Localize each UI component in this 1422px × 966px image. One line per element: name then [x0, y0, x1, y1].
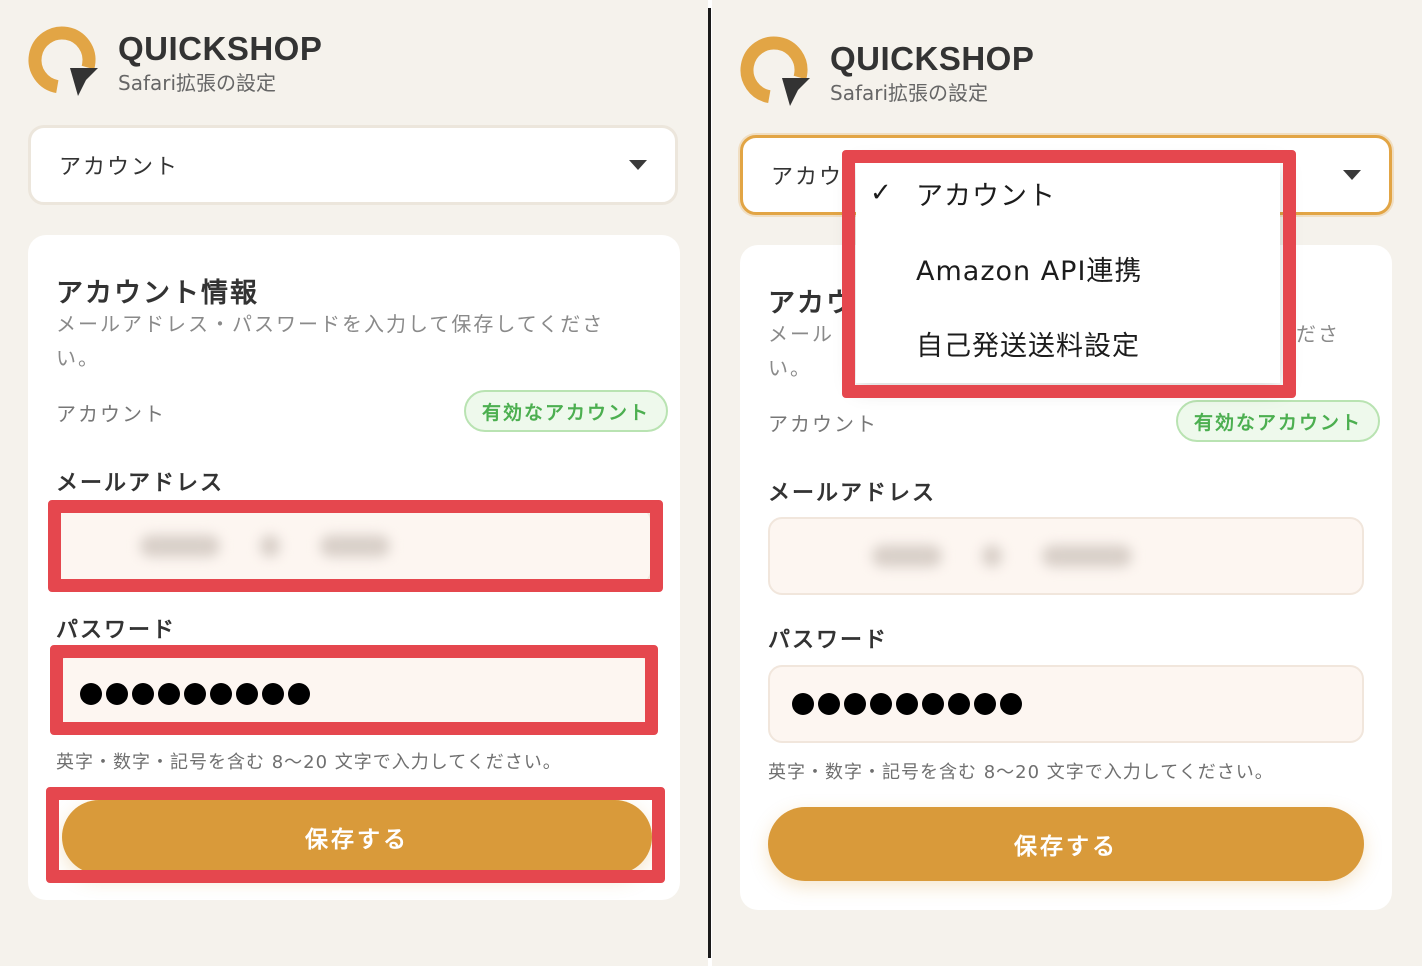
menu-item-label: 自己発送送料設定 [916, 330, 1140, 362]
select-value: アカウント [59, 155, 180, 180]
email-value-blurred [80, 535, 390, 557]
quickshop-logo-icon [738, 34, 814, 110]
panel-divider [708, 8, 711, 958]
menu-item-label: アカウント [916, 180, 1056, 212]
menu-item-account[interactable]: ✓ アカウント [856, 163, 1280, 223]
brand-title: QUICKSHOP [118, 29, 323, 67]
status-badge: 有効なアカウント [464, 390, 669, 432]
brand-subtitle: Safari拡張の設定 [830, 80, 989, 105]
password-field[interactable] [56, 655, 652, 733]
card-title: アカウ [768, 288, 855, 319]
card-description-line1: メールアドレス・パスワードを入力して保存してくださ [56, 312, 605, 336]
account-card: アカウント情報 メールアドレス・パスワードを入力して保存してくださ い。 アカウ… [28, 235, 680, 900]
password-mask [80, 683, 310, 705]
password-field[interactable] [768, 665, 1364, 743]
card-description-line2: い。 [56, 346, 100, 370]
password-hint: 英字・数字・記号を含む 8〜20 文字で入力してください。 [768, 762, 1274, 783]
email-value-blurred [792, 545, 1132, 567]
card-description-end: ださ [1296, 322, 1340, 346]
brand-subtitle: Safari拡張の設定 [118, 70, 277, 95]
checkmark-icon: ✓ [870, 178, 893, 208]
header: QUICKSHOP Safari拡張の設定 [738, 34, 1034, 110]
quickshop-logo-icon [26, 24, 102, 100]
chevron-down-icon [629, 160, 647, 170]
password-label: パスワード [768, 628, 889, 653]
account-label: アカウント [56, 402, 166, 426]
email-label: メールアドレス [56, 471, 225, 496]
account-label: アカウント [768, 412, 878, 436]
card-description: メール い。 [768, 317, 834, 385]
status-badge: 有効なアカウント [1176, 400, 1381, 442]
card-description: メールアドレス・パスワードを入力して保存してくださ い。 [56, 307, 604, 375]
password-mask [792, 693, 1022, 715]
section-dropdown-menu: ✓ アカウント Amazon API連携 自己発送送料設定 [856, 163, 1280, 383]
save-button[interactable]: 保存する [768, 807, 1364, 881]
email-field[interactable] [56, 507, 652, 585]
menu-item-amazon-api[interactable]: Amazon API連携 [856, 238, 1280, 298]
brand-title: QUICKSHOP [830, 39, 1035, 77]
password-hint: 英字・数字・記号を含む 8〜20 文字で入力してください。 [56, 752, 562, 773]
header: QUICKSHOP Safari拡張の設定 [26, 24, 322, 100]
save-button[interactable]: 保存する [62, 800, 652, 874]
left-panel: QUICKSHOP Safari拡張の設定 アカウント アカウント情報 メールア… [0, 0, 708, 966]
card-description-line1: メール [768, 322, 834, 346]
section-select[interactable]: アカウント [28, 125, 678, 205]
email-label: メールアドレス [768, 481, 937, 506]
card-title: アカウント情報 [56, 278, 259, 309]
right-panel: QUICKSHOP Safari拡張の設定 アカウ アカウ メール い。 ださ … [712, 0, 1422, 966]
menu-item-shipping-fee[interactable]: 自己発送送料設定 [856, 313, 1280, 373]
chevron-down-icon [1343, 170, 1361, 180]
menu-item-label: Amazon API連携 [916, 255, 1143, 287]
card-description-line2: い。 [768, 356, 812, 380]
password-label: パスワード [56, 618, 177, 643]
email-field[interactable] [768, 517, 1364, 595]
